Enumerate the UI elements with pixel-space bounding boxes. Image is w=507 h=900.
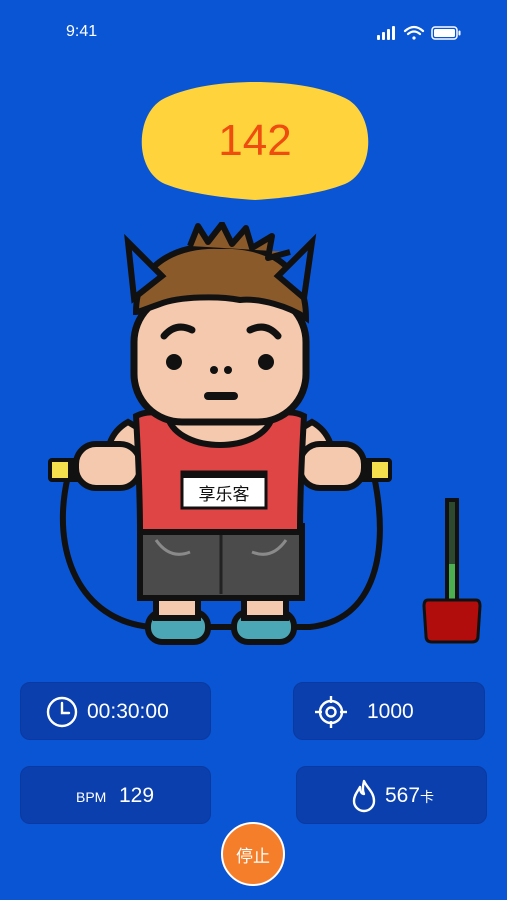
calories-card[interactable]: 567卡 bbox=[296, 766, 487, 824]
eye-left bbox=[166, 354, 182, 370]
flame-icon bbox=[352, 779, 376, 813]
jump-count: 142 bbox=[218, 116, 292, 165]
bpm-value: 129 bbox=[119, 784, 155, 807]
status-bar: 9:41 bbox=[0, 0, 507, 64]
status-icons bbox=[377, 25, 461, 40]
intensity-gauge bbox=[422, 498, 482, 644]
target-value: 1000 bbox=[367, 700, 414, 723]
gauge-base bbox=[422, 598, 482, 644]
bpm-label: BPM bbox=[76, 789, 107, 805]
bpm-card[interactable]: BPM 129 bbox=[20, 766, 211, 824]
calories-unit: 卡 bbox=[420, 789, 435, 805]
timer-card[interactable]: 00:30:00 bbox=[20, 682, 211, 740]
hand-right bbox=[297, 441, 367, 491]
signal-icon bbox=[377, 26, 395, 40]
timer-value: 00:30:00 bbox=[87, 700, 169, 723]
eye-right bbox=[258, 354, 274, 370]
hand-left bbox=[73, 441, 143, 491]
stop-button[interactable]: 停止 bbox=[221, 822, 285, 886]
calories-number: 567 bbox=[385, 784, 421, 807]
target-card[interactable]: 1000 bbox=[293, 682, 485, 740]
name-tag-text: 享乐客 bbox=[199, 485, 250, 505]
calories-value: 567卡 bbox=[385, 784, 434, 808]
head bbox=[130, 290, 310, 426]
jumper-illustration: 享乐客 bbox=[48, 222, 392, 645]
status-time: 9:41 bbox=[66, 23, 98, 40]
crosshair-icon bbox=[315, 696, 347, 728]
gauge-fill bbox=[449, 564, 455, 604]
battery-icon bbox=[431, 26, 461, 40]
mouth bbox=[204, 392, 238, 400]
clock-icon bbox=[46, 696, 78, 728]
jump-count-badge: 142 bbox=[135, 80, 375, 202]
wifi-icon bbox=[403, 25, 425, 40]
